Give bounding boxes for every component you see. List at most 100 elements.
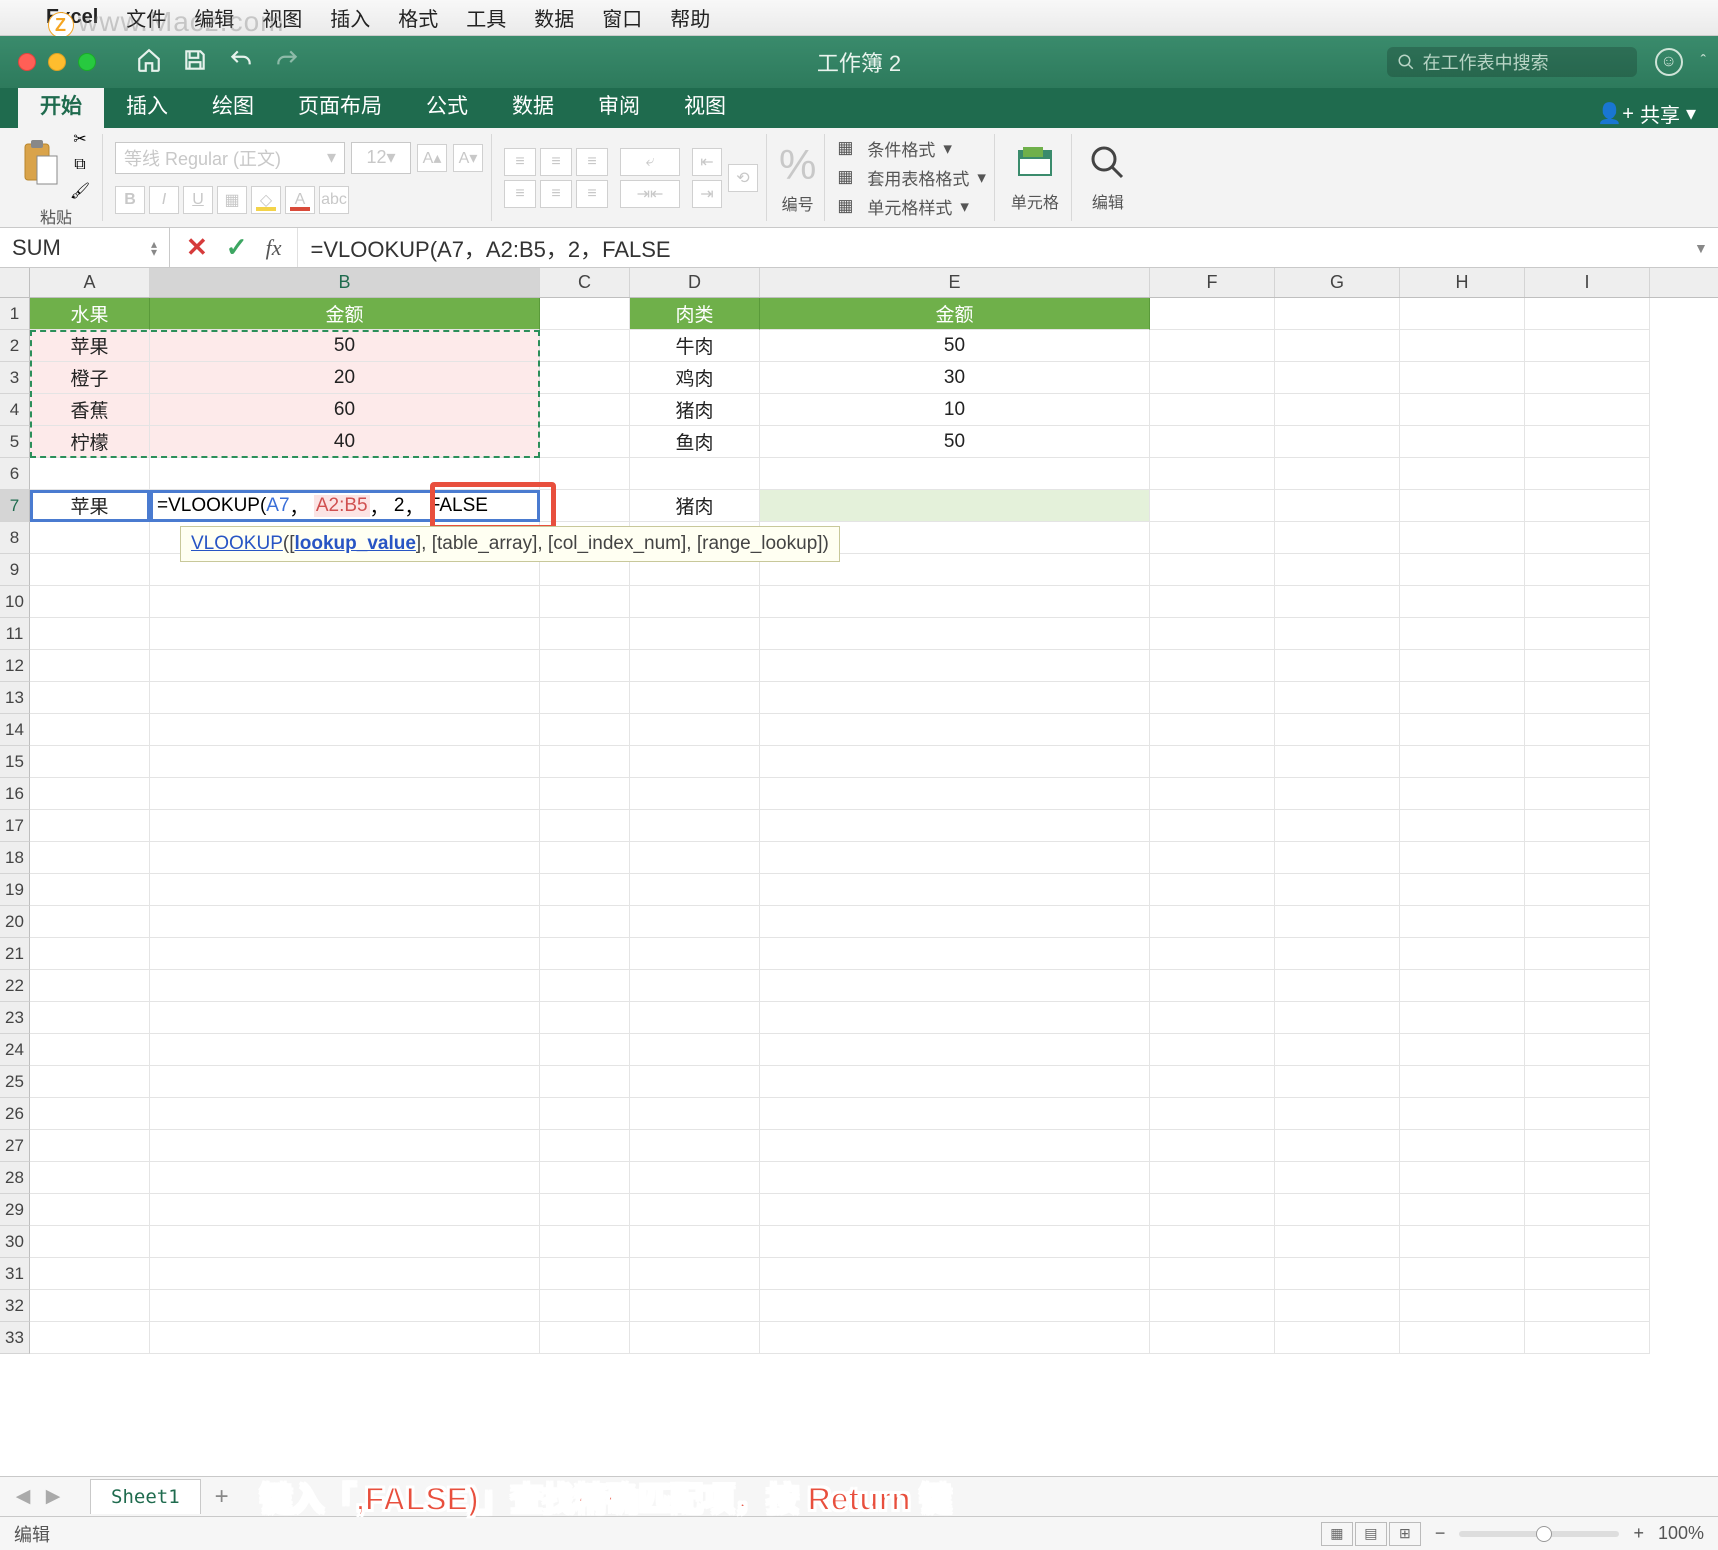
formula-input[interactable]: =VLOOKUP(A7，A2:B5，2，FALSE xyxy=(298,232,1694,264)
underline-button[interactable]: U xyxy=(183,186,213,214)
row-header-12[interactable]: 12 xyxy=(0,650,30,682)
align-left-icon[interactable]: ≡ xyxy=(504,180,536,208)
view-normal-icon[interactable]: ▦ xyxy=(1321,1522,1353,1546)
cell-D1[interactable]: 肉类 xyxy=(630,298,760,330)
cell-F8[interactable] xyxy=(1150,522,1275,554)
row-header-22[interactable]: 22 xyxy=(0,970,30,1002)
row-header-13[interactable]: 13 xyxy=(0,682,30,714)
cell-E33[interactable] xyxy=(760,1322,1150,1354)
cell-G33[interactable] xyxy=(1275,1322,1400,1354)
cell-B23[interactable] xyxy=(150,1002,540,1034)
cell-B3[interactable]: 20 xyxy=(150,362,540,394)
cell-E15[interactable] xyxy=(760,746,1150,778)
column-header-E[interactable]: E xyxy=(760,268,1150,297)
close-window-button[interactable] xyxy=(18,53,36,71)
row-header-7[interactable]: 7 xyxy=(0,490,30,522)
cell-G10[interactable] xyxy=(1275,586,1400,618)
save-icon[interactable] xyxy=(182,47,208,78)
cell-G12[interactable] xyxy=(1275,650,1400,682)
enter-formula-button[interactable]: ✓ xyxy=(226,232,248,263)
cell-D11[interactable] xyxy=(630,618,760,650)
cell-E21[interactable] xyxy=(760,938,1150,970)
cell-E5[interactable]: 50 xyxy=(760,426,1150,458)
cell-F7[interactable] xyxy=(1150,490,1275,522)
cell-C30[interactable] xyxy=(540,1226,630,1258)
cell-A1[interactable]: 水果 xyxy=(30,298,150,330)
minimize-window-button[interactable] xyxy=(48,53,66,71)
zoom-out-button[interactable]: − xyxy=(1435,1523,1446,1544)
cell-H32[interactable] xyxy=(1400,1290,1525,1322)
cell-E4[interactable]: 10 xyxy=(760,394,1150,426)
cell-G26[interactable] xyxy=(1275,1098,1400,1130)
cell-H25[interactable] xyxy=(1400,1066,1525,1098)
row-header-18[interactable]: 18 xyxy=(0,842,30,874)
group-editing[interactable]: 编辑 xyxy=(1076,134,1140,221)
cell-D32[interactable] xyxy=(630,1290,760,1322)
cell-B19[interactable] xyxy=(150,874,540,906)
align-bottom-icon[interactable]: ≡ xyxy=(576,148,608,176)
cut-icon[interactable]: ✂ xyxy=(66,128,94,150)
cell-E16[interactable] xyxy=(760,778,1150,810)
cell-F28[interactable] xyxy=(1150,1162,1275,1194)
cell-H4[interactable] xyxy=(1400,394,1525,426)
cell-F16[interactable] xyxy=(1150,778,1275,810)
cell-H19[interactable] xyxy=(1400,874,1525,906)
cell-B14[interactable] xyxy=(150,714,540,746)
cell-F27[interactable] xyxy=(1150,1130,1275,1162)
cell-G3[interactable] xyxy=(1275,362,1400,394)
cell-H33[interactable] xyxy=(1400,1322,1525,1354)
orientation-icon[interactable]: ⟲ xyxy=(728,164,758,192)
cell-I26[interactable] xyxy=(1525,1098,1650,1130)
cell-F11[interactable] xyxy=(1150,618,1275,650)
cell-H18[interactable] xyxy=(1400,842,1525,874)
cell-A18[interactable] xyxy=(30,842,150,874)
column-header-D[interactable]: D xyxy=(630,268,760,297)
cell-D14[interactable] xyxy=(630,714,760,746)
cell-A32[interactable] xyxy=(30,1290,150,1322)
row-header-27[interactable]: 27 xyxy=(0,1130,30,1162)
cell-E26[interactable] xyxy=(760,1098,1150,1130)
align-right-icon[interactable]: ≡ xyxy=(576,180,608,208)
cell-H17[interactable] xyxy=(1400,810,1525,842)
select-all-corner[interactable] xyxy=(0,268,30,297)
cell-G13[interactable] xyxy=(1275,682,1400,714)
cell-E28[interactable] xyxy=(760,1162,1150,1194)
menu-help[interactable]: 帮助 xyxy=(670,3,710,32)
cell-B12[interactable] xyxy=(150,650,540,682)
cell-C21[interactable] xyxy=(540,938,630,970)
cell-C5[interactable] xyxy=(540,426,630,458)
cell-A13[interactable] xyxy=(30,682,150,714)
cell-D28[interactable] xyxy=(630,1162,760,1194)
tab-view[interactable]: 视图 xyxy=(662,84,748,128)
cell-G18[interactable] xyxy=(1275,842,1400,874)
cell-H16[interactable] xyxy=(1400,778,1525,810)
cell-D27[interactable] xyxy=(630,1130,760,1162)
cell-G28[interactable] xyxy=(1275,1162,1400,1194)
cell-C2[interactable] xyxy=(540,330,630,362)
cell-C13[interactable] xyxy=(540,682,630,714)
spreadsheet-grid[interactable]: ABCDEFGHI 1水果金额肉类金额2苹果50牛肉503橙子20鸡肉304香蕉… xyxy=(0,268,1718,1476)
cell-C19[interactable] xyxy=(540,874,630,906)
cell-I10[interactable] xyxy=(1525,586,1650,618)
cell-A14[interactable] xyxy=(30,714,150,746)
row-header-8[interactable]: 8 xyxy=(0,522,30,554)
sheet-tab[interactable]: Sheet1 xyxy=(90,1479,201,1514)
cell-D5[interactable]: 鱼肉 xyxy=(630,426,760,458)
menu-edit[interactable]: 编辑 xyxy=(194,3,234,32)
group-cells[interactable]: 单元格 xyxy=(999,134,1072,221)
cell-F2[interactable] xyxy=(1150,330,1275,362)
cell-G24[interactable] xyxy=(1275,1034,1400,1066)
cell-D12[interactable] xyxy=(630,650,760,682)
increase-font-icon[interactable]: A▴ xyxy=(417,144,447,172)
cell-C31[interactable] xyxy=(540,1258,630,1290)
conditional-format-button[interactable]: ▦条件格式 ▾ xyxy=(837,136,986,161)
cell-F17[interactable] xyxy=(1150,810,1275,842)
cell-F24[interactable] xyxy=(1150,1034,1275,1066)
cell-B21[interactable] xyxy=(150,938,540,970)
cell-A30[interactable] xyxy=(30,1226,150,1258)
cell-A22[interactable] xyxy=(30,970,150,1002)
row-header-17[interactable]: 17 xyxy=(0,810,30,842)
cell-editor[interactable]: =VLOOKUP(A7， A2:B5， 2， FALSE xyxy=(150,490,540,522)
menu-tools[interactable]: 工具 xyxy=(466,3,506,32)
cell-C4[interactable] xyxy=(540,394,630,426)
